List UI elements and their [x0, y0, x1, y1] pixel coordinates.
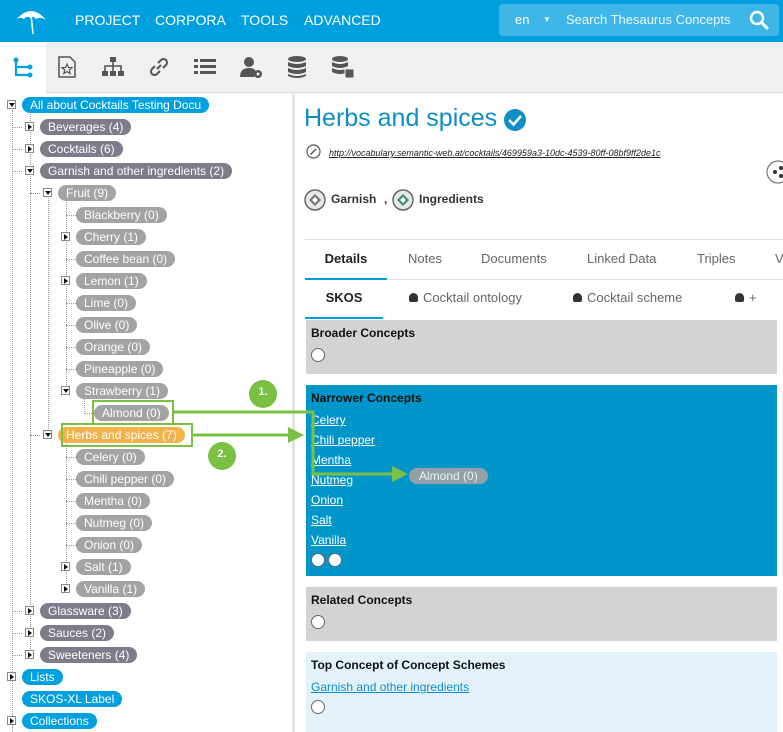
- drag-annotation-overlay: [61, 380, 408, 482]
- step-1-label: 1.: [258, 386, 268, 398]
- drag-ghost-almond: Almond (0): [409, 468, 488, 484]
- step-2-label: 2.: [217, 448, 227, 460]
